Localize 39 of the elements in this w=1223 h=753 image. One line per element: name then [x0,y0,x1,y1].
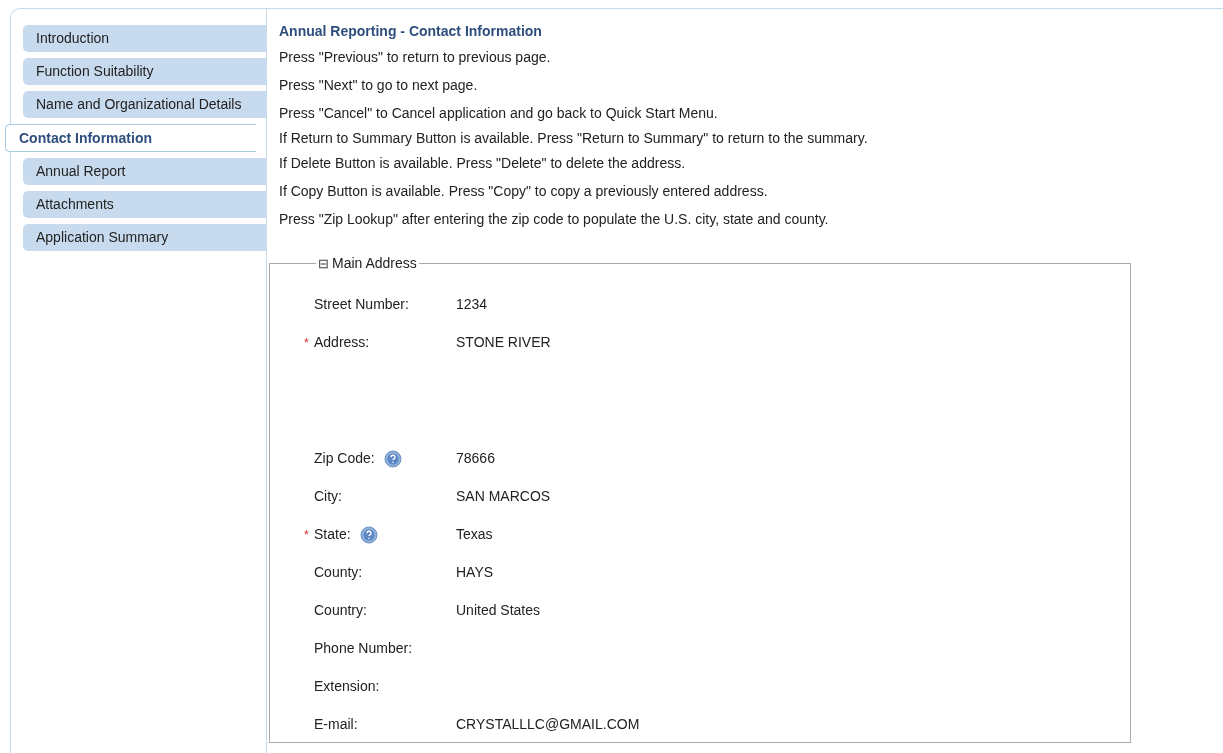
sidebar-tab[interactable]: Attachments [23,191,267,218]
field-value: SAN MARCOS [456,487,551,506]
instruction-text: Press "Cancel" to Cancel application and go back to Quick Start Menu. [279,105,718,122]
field-label: County: [314,563,363,582]
sidebar-tab[interactable]: Function Suitability [23,58,267,85]
field-label: City: [314,487,342,506]
field-value: CRYSTALLLC@GMAIL.COM [456,715,640,734]
instruction-text: If Copy Button is available. Press "Copy" to copy a previously entered address. [279,183,768,200]
instruction-text: If Delete Button is available. Press "Delete" to delete the address. [279,155,686,172]
instruction-text: Press "Previous" to return to previous page. [279,49,551,66]
field-label: E-mail: [314,715,358,734]
instruction-text: If Return to Summary Button is available. Press "Return to Summary" to return to the summary. [279,130,868,147]
section-title: Main Address [332,254,417,273]
field-label: Address: [314,333,370,352]
field-value: 1234 [456,295,488,314]
field-value: Texas [456,525,493,544]
sidebar-tab[interactable]: Application Summary [23,224,267,251]
sidebar-tab[interactable]: Name and Organizational Details [23,91,267,118]
help-icon[interactable] [359,525,378,544]
field-value: STONE RIVER [456,333,551,352]
instruction-text: Press "Zip Lookup" after entering the zip code to populate the U.S. city, state and county. [279,211,829,228]
field-label: Country: [314,601,367,620]
field-label: Street Number: [314,295,409,314]
sidebar-tab[interactable]: Contact Information [5,124,256,152]
sidebar-tab[interactable]: Introduction [23,25,267,52]
collapse-toggle[interactable]: ⊟ [318,257,329,270]
required-mark: * [304,336,309,350]
field-value: HAYS [456,563,494,582]
sidebar-tab[interactable]: Annual Report [23,158,267,185]
instruction-text: Press "Next" to go to next page. [279,77,478,94]
field-label: Phone Number: [314,639,413,658]
field-value: 78666 [456,449,495,468]
field-label: State: [314,525,351,544]
required-mark: * [304,528,309,542]
field-label: Extension: [314,677,380,696]
field-value: United States [456,601,541,620]
field-label: Zip Code: [314,449,375,468]
page-title: Annual Reporting - Contact Information [279,22,543,41]
help-icon[interactable] [383,449,402,468]
